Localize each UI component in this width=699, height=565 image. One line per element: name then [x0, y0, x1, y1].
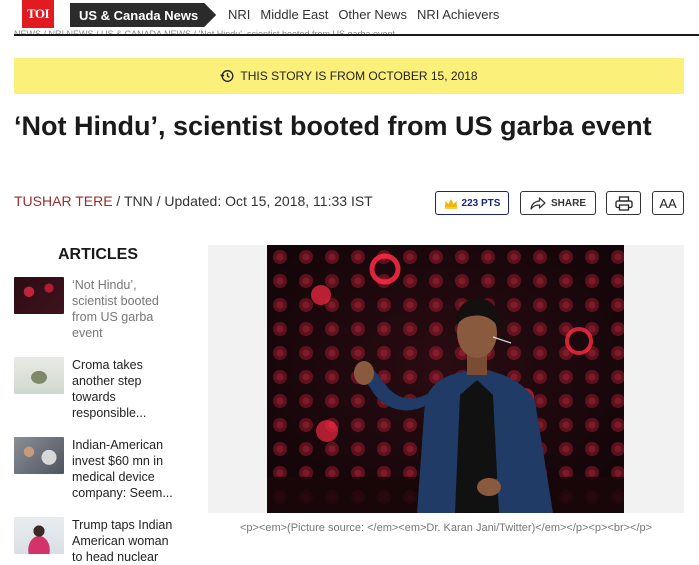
nav-link-nri[interactable]: NRI — [228, 7, 250, 22]
article-title: Croma takes another step towards respons… — [72, 358, 147, 420]
printer-icon — [614, 195, 633, 211]
toi-logo[interactable]: TOI — [22, 0, 54, 28]
article-thumbnail — [14, 437, 64, 474]
share-label: SHARE — [550, 197, 586, 209]
article-thumbnail — [14, 517, 64, 554]
nav-links: NRI Middle East Other News NRI Achievers — [228, 7, 499, 22]
history-clock-icon — [220, 70, 234, 82]
article-title: ‘Not Hindu’, scientist booted from US ga… — [72, 278, 159, 340]
nav-link-nri-achievers[interactable]: NRI Achievers — [417, 7, 499, 22]
sidebar-article[interactable]: Croma takes another step towards respons… — [14, 357, 194, 421]
article-title: Indian-American invest $60 mn in medical… — [72, 438, 173, 500]
nav-divider — [14, 34, 699, 36]
crown-icon — [444, 198, 457, 209]
sidebar-article[interactable]: Indian-American invest $60 mn in medical… — [14, 437, 194, 501]
speaker-photo — [267, 245, 624, 513]
article-headline: ‘Not Hindu’, scientist booted from US ga… — [14, 111, 652, 141]
nav-link-other-news[interactable]: Other News — [338, 7, 407, 22]
article-photo — [267, 245, 624, 513]
share-arrow-icon — [530, 196, 546, 210]
font-size-button[interactable]: AA — [652, 191, 684, 215]
byline-meta: / TNN / Updated: Oct 15, 2018, 11:33 IST — [112, 193, 373, 209]
article-title: Trump taps Indian American woman to head… — [72, 518, 173, 564]
sidebar-article[interactable]: ‘Not Hindu’, scientist booted from US ga… — [14, 277, 194, 341]
nav-link-middle-east[interactable]: Middle East — [260, 7, 328, 22]
story-date-banner: THIS STORY IS FROM OCTOBER 15, 2018 — [14, 58, 684, 94]
article-thumbnail — [14, 277, 64, 314]
print-button[interactable] — [606, 191, 641, 215]
points-label: 223 PTS — [461, 197, 501, 209]
image-caption: <p><em>(Picture source: </em><em>Dr. Kar… — [239, 522, 653, 534]
sidebar-article[interactable]: Trump taps Indian American woman to head… — [14, 517, 194, 565]
byline: TUSHAR TERE / TNN / Updated: Oct 15, 201… — [14, 193, 373, 209]
articles-heading: ARTICLES — [58, 246, 138, 263]
share-button[interactable]: SHARE — [520, 191, 596, 215]
points-button[interactable]: 223 PTS — [435, 191, 509, 215]
section-us-canada-news[interactable]: US & Canada News — [70, 3, 216, 27]
article-thumbnail — [14, 357, 64, 394]
banner-text: THIS STORY IS FROM OCTOBER 15, 2018 — [240, 69, 478, 83]
top-navigation: TOI US & Canada News NRI Middle East Oth… — [0, 0, 699, 30]
author-link[interactable]: TUSHAR TERE — [14, 193, 113, 209]
